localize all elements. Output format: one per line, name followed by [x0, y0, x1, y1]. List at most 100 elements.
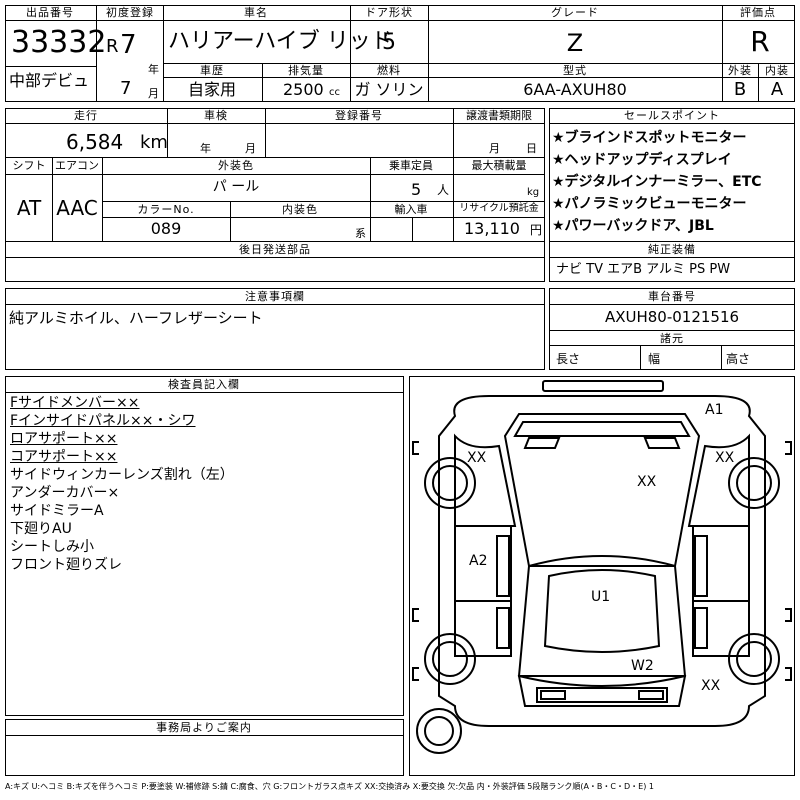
sales-point-item: ★ブラインドスポットモニター — [552, 130, 747, 146]
inspector-line: フロント廻りズレ — [10, 557, 122, 573]
office-label: 事務局よりご案内 — [156, 721, 252, 734]
grade-value: Z — [566, 29, 584, 57]
first-reg-era: R — [106, 36, 119, 57]
mark-a2: A2 — [469, 553, 487, 569]
debut-label: 中部デビュ — [9, 71, 90, 90]
first-reg-year: 7 — [120, 30, 137, 60]
car-name-label: 車名 — [244, 6, 268, 19]
aircon-value: AAC — [56, 196, 98, 220]
docs-month-unit: 月 — [489, 142, 500, 155]
chassis-label: 車台番号 — [648, 290, 696, 303]
history-label: 車歴 — [200, 64, 224, 77]
sales-points-label: セールスポイント — [624, 109, 720, 122]
model-code-label: 型式 — [563, 64, 587, 77]
mark-xx-front-right: XX — [715, 450, 735, 466]
mileage-value: 6,584 — [66, 130, 124, 154]
exterior-score-value: B — [733, 79, 747, 100]
spec-label: 諸元 — [660, 332, 684, 345]
sales-point-item: ★パワーバックドア、JBL — [552, 218, 714, 234]
exterior-label: 外装 — [728, 64, 752, 77]
int-color-label: 内装色 — [282, 203, 318, 216]
right-front-door — [692, 525, 750, 602]
later-parts-label: 後日発送部品 — [239, 243, 311, 256]
mileage-unit: km — [140, 132, 168, 153]
capacity-label: 乗車定員 — [389, 159, 433, 172]
lot-no-label: 出品番号 — [26, 6, 74, 19]
car-damage-diagram: A1 XX XX XX A2 U1 W2 XX — [412, 380, 792, 754]
sales-point-item: ★パノラミックビューモニター — [552, 196, 747, 212]
inspector-line: シートしみ小 — [10, 539, 94, 555]
model-code-value: 6AA-AXUH80 — [523, 80, 627, 99]
fuel-label: 燃料 — [377, 64, 401, 77]
displacement-unit: cc — [329, 87, 340, 98]
displacement-value: 2500 — [283, 80, 324, 99]
ext-color-label: 外装色 — [218, 159, 254, 172]
inspector-line: サイドウィンカーレンズ割れ（左） — [10, 467, 234, 483]
car-name-value: ハリアーハイブ リッド — [168, 29, 393, 54]
transfer-docs-label: 譲渡書類期限 — [466, 109, 532, 122]
spec-height-label: 高さ — [726, 352, 751, 366]
inspector-label: 検査員記入欄 — [168, 378, 240, 391]
month-unit: 月 — [148, 87, 159, 100]
int-color-unit: 系 — [355, 227, 366, 240]
ext-color-value: パ ール — [212, 179, 260, 195]
import-label: 輸入車 — [394, 203, 428, 216]
recycle-label: リサイクル預託金 — [459, 203, 539, 214]
mark-w2: W2 — [631, 658, 654, 674]
mark-xx-front-left: XX — [467, 450, 487, 466]
mileage-label: 走行 — [74, 109, 98, 122]
shift-value: AT — [16, 196, 42, 220]
grade-label: グレード — [551, 6, 599, 19]
inspector-line: Fインサイドパネル××・シワ — [10, 413, 196, 429]
roof-outline — [517, 555, 687, 687]
color-no-label: カラーNo. — [137, 203, 195, 216]
history-value: 自家用 — [187, 80, 237, 99]
shift-label: シフト — [12, 159, 46, 172]
mark-xx-rear-right: XX — [701, 678, 721, 694]
score-label: 評価点 — [740, 6, 776, 19]
notes-text: 純アルミホイル、ハーフレザーシート — [9, 309, 263, 327]
spec-width-label: 幅 — [648, 352, 661, 366]
aircon-label: エアコン — [55, 159, 99, 172]
inspection-year-unit: 年 — [200, 142, 211, 155]
inspector-line: コアサポート×× — [10, 449, 118, 465]
recycle-unit: 円 — [530, 223, 543, 237]
reg-no-label: 登録番号 — [335, 109, 383, 122]
interior-label: 内装 — [765, 64, 789, 77]
fuel-value: ガ ソリン — [354, 80, 424, 99]
inspector-line: ロアサポート×× — [10, 431, 118, 447]
sales-point-item: ★デジタルインナーミラー、ETC — [552, 174, 762, 190]
spare-wheel — [416, 708, 462, 754]
door-label: ドア形状 — [365, 6, 413, 19]
chassis-value: AXUH80-0121516 — [604, 308, 740, 326]
first-reg-month: 7 — [120, 78, 132, 99]
lot-no-value: 33332 — [11, 25, 107, 60]
inspector-line: サイドミラーA — [10, 503, 104, 519]
displacement-label: 排気量 — [288, 64, 324, 77]
max-load-label: 最大積載量 — [471, 159, 527, 172]
interior-score-value: A — [770, 79, 784, 100]
color-no-value: 089 — [150, 219, 182, 238]
mark-u1: U1 — [591, 589, 610, 605]
front-bumper-outline — [542, 380, 664, 392]
inspection-label: 車検 — [204, 109, 228, 122]
notes-label: 注意事項欄 — [245, 290, 305, 303]
score-value: R — [750, 25, 770, 58]
year-unit: 年 — [148, 63, 159, 76]
genuine-value: ナビ TV エアB アルミ PS PW — [556, 262, 731, 277]
inspector-line: Fサイドメンバー×× — [10, 395, 140, 411]
capacity-value: 5 — [411, 180, 422, 199]
inspector-line: アンダーカバー× — [10, 485, 120, 501]
mark-a1: A1 — [705, 402, 723, 418]
first-reg-label: 初度登録 — [106, 6, 154, 19]
legend-footer: A:キズ U:ヘコミ B:キズを伴うヘコミ P:要塗装 W:補修跡 S:錆 C:… — [5, 782, 654, 791]
recycle-value: 13,110 — [464, 219, 520, 238]
load-unit: kg — [527, 187, 540, 198]
mark-xx-hood: XX — [637, 474, 657, 490]
door-value: 5 — [382, 30, 396, 55]
inspector-line: 下廻りAU — [10, 521, 72, 537]
docs-day-unit: 日 — [526, 142, 537, 155]
spec-length-label: 長さ — [556, 352, 581, 366]
capacity-unit: 人 — [437, 183, 450, 197]
sales-point-item: ★ヘッドアップディスプレイ — [552, 152, 732, 168]
